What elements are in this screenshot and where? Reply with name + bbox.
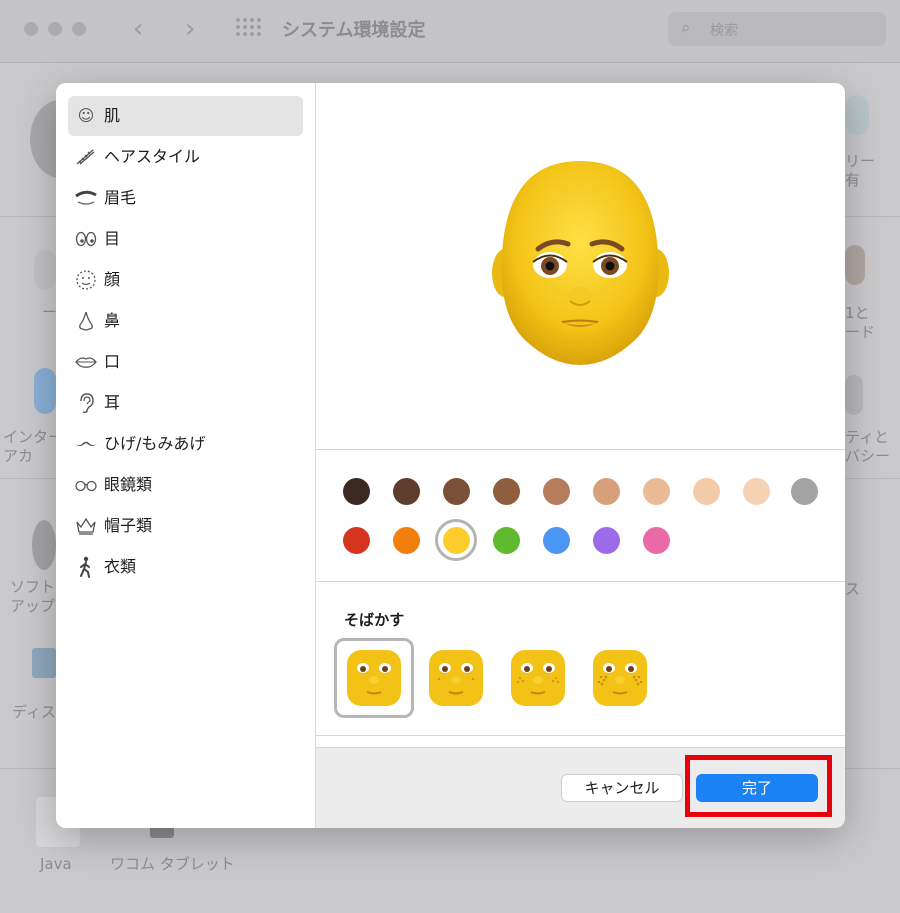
sidebar-item-hairstyle[interactable]: ヘアスタイル <box>68 137 303 177</box>
freckles-medium-thumbnail[interactable] <box>507 646 569 708</box>
skin-color-swatch[interactable] <box>791 478 818 505</box>
freckles-title: そばかす <box>344 611 405 629</box>
nose-icon <box>74 310 98 332</box>
skin-color-swatch[interactable] <box>643 527 670 554</box>
sidebar-item-label: 眼鏡類 <box>104 475 153 494</box>
skin-color-swatch[interactable] <box>343 478 370 505</box>
sidebar-item-headwear[interactable]: 帽子類 <box>68 506 303 546</box>
show-all-grid-icon[interactable] <box>236 18 262 42</box>
sidebar-item-clothing[interactable]: 衣類 <box>68 547 303 587</box>
sidebar-item-label: ひげ/もみあげ <box>104 434 206 453</box>
sidebar-item-label: 肌 <box>104 106 121 125</box>
memoji-head-icon <box>492 161 669 365</box>
skin-color-swatch[interactable] <box>393 478 420 505</box>
sidebar-item-face[interactable]: 顔 <box>68 260 303 300</box>
zoom-window-button[interactable] <box>72 22 86 36</box>
memoji-preview <box>316 83 845 449</box>
skin-color-swatch-selected[interactable] <box>443 527 470 554</box>
sidebar-item-label: 顔 <box>104 270 121 289</box>
eyes-icon <box>74 228 98 250</box>
palette-divider <box>316 581 845 582</box>
sidebar-item-label: 衣類 <box>104 557 137 576</box>
skin-color-swatch[interactable] <box>643 478 670 505</box>
highlight-box <box>685 755 832 817</box>
bg-display-icon <box>32 648 56 678</box>
skin-color-swatch[interactable] <box>543 527 570 554</box>
crown-icon <box>74 515 98 537</box>
skin-color-swatch[interactable] <box>593 527 620 554</box>
smiley-icon: ☺ <box>77 106 95 125</box>
eyebrow-icon <box>74 187 98 209</box>
sidebar-item-eyewear[interactable]: 眼鏡類 <box>68 465 303 505</box>
bg-house-icon <box>845 375 863 415</box>
close-window-button[interactable] <box>24 22 38 36</box>
bg-label: ス <box>845 580 861 598</box>
skin-color-swatch[interactable] <box>693 478 720 505</box>
category-sidebar: ☺ 肌 ヘアスタイル 眉毛 目 顔 鼻 口 耳 ひげ/もみあげ 眼鏡類 帽子類 … <box>56 83 316 828</box>
person-walking-icon <box>74 556 98 578</box>
window-title: システム環境設定 <box>282 20 426 41</box>
mouth-icon <box>74 351 98 373</box>
skin-color-swatch[interactable] <box>393 527 420 554</box>
preview-divider <box>316 449 845 450</box>
bg-gear-icon <box>32 520 56 570</box>
sidebar-item-skin[interactable]: ☺ 肌 <box>68 96 303 136</box>
comb-icon <box>74 146 98 168</box>
mustache-icon <box>74 433 98 455</box>
sidebar-item-label: 鼻 <box>104 311 121 330</box>
bg-label: インター アカ <box>3 428 64 465</box>
glasses-icon <box>74 474 98 496</box>
search-placeholder: 検索 <box>710 23 738 39</box>
window-titlebar: ‹ › システム環境設定 ⌕ 検索 <box>0 0 900 63</box>
bg-label: リー 有 <box>845 152 876 189</box>
freckles-none-thumbnail[interactable] <box>343 646 405 708</box>
minimize-window-button[interactable] <box>48 22 62 36</box>
face-outline-icon <box>74 269 98 291</box>
bg-label: ワコム タブレット <box>110 855 235 873</box>
skin-color-swatch[interactable] <box>343 527 370 554</box>
sidebar-item-label: ヘアスタイル <box>104 147 201 166</box>
sidebar-item-mouth[interactable]: 口 <box>68 342 303 382</box>
bg-label: ー <box>42 303 58 321</box>
bg-family-icon <box>845 95 869 135</box>
sidebar-item-label: 眉毛 <box>104 188 137 207</box>
cancel-button[interactable]: キャンセル <box>561 774 683 802</box>
memoji-editor-sheet: ☺ 肌 ヘアスタイル 眉毛 目 顔 鼻 口 耳 ひげ/もみあげ 眼鏡類 帽子類 … <box>56 83 845 828</box>
bg-label: 1と ード <box>845 304 876 341</box>
bg-label: Java <box>40 855 72 873</box>
sidebar-item-eyebrows[interactable]: 眉毛 <box>68 178 303 218</box>
sidebar-item-label: 目 <box>104 229 121 248</box>
freckles-divider <box>316 735 845 736</box>
bg-bell-icon <box>845 245 865 285</box>
search-icon: ⌕ <box>681 18 691 38</box>
bg-label: ティと バシー <box>845 428 891 465</box>
freckles-light-thumbnail[interactable] <box>425 646 487 708</box>
sidebar-item-nose[interactable]: 鼻 <box>68 301 303 341</box>
bg-calendar-icon <box>34 250 56 290</box>
back-arrow-icon[interactable]: ‹ <box>133 14 143 44</box>
sidebar-item-label: 口 <box>104 352 121 371</box>
sidebar-item-label: 耳 <box>104 393 121 412</box>
forward-arrow-icon[interactable]: › <box>185 14 195 44</box>
sidebar-item-eyes[interactable]: 目 <box>68 219 303 259</box>
bg-label: ソフト アップ <box>10 578 56 615</box>
skin-color-swatch[interactable] <box>493 478 520 505</box>
freckles-heavy-thumbnail[interactable] <box>589 646 651 708</box>
bg-label: ディス <box>12 703 56 721</box>
bg-internet-icon <box>34 368 56 414</box>
sidebar-item-ears[interactable]: 耳 <box>68 383 303 423</box>
search-field[interactable]: ⌕ 検索 <box>668 12 886 46</box>
skin-color-swatch[interactable] <box>743 478 770 505</box>
skin-color-swatch[interactable] <box>493 527 520 554</box>
skin-color-swatch[interactable] <box>443 478 470 505</box>
ear-icon <box>74 392 98 414</box>
skin-color-swatch[interactable] <box>543 478 570 505</box>
sidebar-item-facial-hair[interactable]: ひげ/もみあげ <box>68 424 303 464</box>
sidebar-item-label: 帽子類 <box>104 516 153 535</box>
skin-color-swatch[interactable] <box>593 478 620 505</box>
